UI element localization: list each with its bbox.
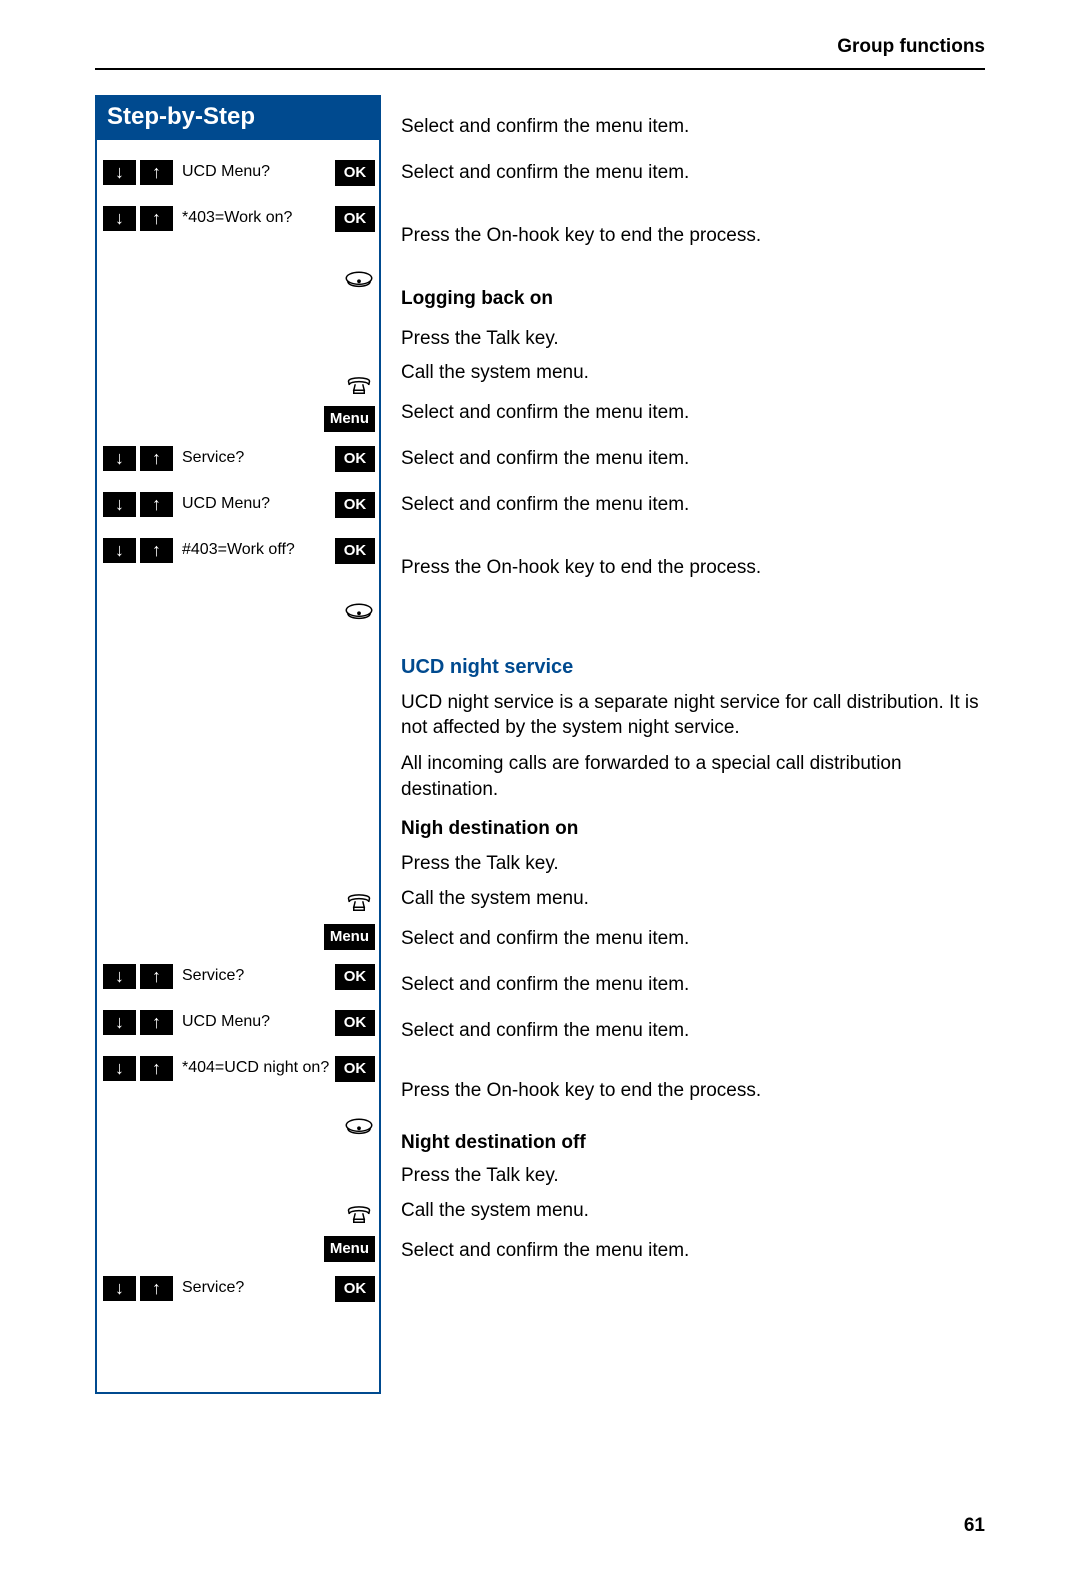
menu-button: Menu xyxy=(324,1236,375,1262)
desc-text: Select and confirm the menu item. xyxy=(401,1228,985,1274)
step-row: *404=UCD night on? OK xyxy=(97,1046,379,1092)
desc-text: Press the On-hook key to end the process… xyxy=(401,1054,985,1128)
step-row: Menu xyxy=(97,402,379,436)
step-row: UCD Menu? OK xyxy=(97,1000,379,1046)
ok-button: OK xyxy=(335,538,375,564)
talk-icon xyxy=(343,889,375,915)
desc-text: Press the On-hook key to end the process… xyxy=(401,529,985,609)
desc-text: Select and confirm the menu item. xyxy=(401,151,985,197)
desc-text: Select and confirm the menu item. xyxy=(401,105,985,151)
up-arrow-icon xyxy=(140,1010,173,1035)
up-arrow-icon xyxy=(140,1056,173,1081)
menu-button: Menu xyxy=(324,924,375,950)
step-row: UCD Menu? OK xyxy=(97,150,379,196)
step-row: Service? OK xyxy=(97,1266,379,1312)
desc-text: Press the On-hook key to end the process… xyxy=(401,197,985,277)
page-number: 61 xyxy=(95,1514,985,1539)
ok-button: OK xyxy=(335,446,375,472)
step-row: *403=Work on? OK xyxy=(97,196,379,242)
ok-button: OK xyxy=(335,492,375,518)
desc-text: Select and confirm the menu item. xyxy=(401,391,985,437)
onhook-icon xyxy=(343,601,375,627)
desc-text: Press the Talk key. xyxy=(401,1158,985,1194)
subheading: Night destination off xyxy=(401,1128,985,1158)
desc-text: Call the system menu. xyxy=(401,882,985,916)
description-column: Select and confirm the menu item. Select… xyxy=(381,95,985,1394)
up-arrow-icon xyxy=(140,538,173,563)
display-text: UCD Menu? xyxy=(177,162,335,183)
step-row xyxy=(97,884,379,920)
display-text: *404=UCD night on? xyxy=(177,1058,335,1079)
up-arrow-icon xyxy=(140,1276,173,1301)
up-arrow-icon xyxy=(140,206,173,231)
down-arrow-icon xyxy=(103,160,136,185)
step-row-spacer xyxy=(97,322,379,368)
step-row: #403=Work off? OK xyxy=(97,528,379,574)
ok-button: OK xyxy=(335,206,375,232)
desc-text: Call the system menu. xyxy=(401,357,985,391)
step-by-step-panel: Step-by-Step UCD Menu? OK xyxy=(95,95,381,1394)
display-text: Service? xyxy=(177,448,335,469)
desc-text: Select and confirm the menu item. xyxy=(401,483,985,529)
up-arrow-icon xyxy=(140,446,173,471)
display-text: #403=Work off? xyxy=(177,540,335,561)
down-arrow-icon xyxy=(103,206,136,231)
step-row xyxy=(97,574,379,654)
desc-text: Select and confirm the menu item. xyxy=(401,962,985,1008)
display-text: *403=Work on? xyxy=(177,208,335,229)
paragraph: UCD night service is a separate night se… xyxy=(401,690,985,741)
display-text: UCD Menu? xyxy=(177,1012,335,1033)
onhook-icon xyxy=(343,269,375,295)
ok-button: OK xyxy=(335,1010,375,1036)
down-arrow-icon xyxy=(103,538,136,563)
down-arrow-icon xyxy=(103,1276,136,1301)
section-heading: UCD night service xyxy=(401,654,985,680)
ok-button: OK xyxy=(335,1276,375,1302)
down-arrow-icon xyxy=(103,492,136,517)
onhook-icon xyxy=(343,1116,375,1142)
desc-text: Select and confirm the menu item. xyxy=(401,1008,985,1054)
menu-button: Menu xyxy=(324,406,375,432)
step-row: Menu xyxy=(97,920,379,954)
desc-text: Press the Talk key. xyxy=(401,323,985,357)
step-row xyxy=(97,1196,379,1232)
step-row: Service? OK xyxy=(97,954,379,1000)
desc-text: Call the system menu. xyxy=(401,1194,985,1228)
desc-text: Select and confirm the menu item. xyxy=(401,437,985,483)
step-row-spacer xyxy=(97,1166,379,1196)
step-row: UCD Menu? OK xyxy=(97,482,379,528)
subheading: Nigh destination on xyxy=(401,812,985,846)
step-row-spacer xyxy=(97,1312,379,1392)
page-header: Group functions xyxy=(95,35,985,70)
step-row: Menu xyxy=(97,1232,379,1266)
step-row-spacer xyxy=(97,654,379,884)
desc-text: Select and confirm the menu item. xyxy=(401,916,985,962)
display-text: UCD Menu? xyxy=(177,494,335,515)
down-arrow-icon xyxy=(103,1010,136,1035)
ok-button: OK xyxy=(335,160,375,186)
desc-text: Press the Talk key. xyxy=(401,846,985,882)
ok-button: OK xyxy=(335,964,375,990)
display-text: Service? xyxy=(177,1278,335,1299)
step-row xyxy=(97,1092,379,1166)
up-arrow-icon xyxy=(140,160,173,185)
down-arrow-icon xyxy=(103,446,136,471)
subheading: Logging back on xyxy=(401,277,985,323)
step-row xyxy=(97,368,379,402)
down-arrow-icon xyxy=(103,964,136,989)
step-row xyxy=(97,242,379,322)
step-by-step-title: Step-by-Step xyxy=(97,95,379,140)
ok-button: OK xyxy=(335,1056,375,1082)
up-arrow-icon xyxy=(140,492,173,517)
talk-icon xyxy=(343,1201,375,1227)
talk-icon xyxy=(343,372,375,398)
down-arrow-icon xyxy=(103,1056,136,1081)
paragraph: All incoming calls are forwarded to a sp… xyxy=(401,751,985,802)
display-text: Service? xyxy=(177,966,335,987)
up-arrow-icon xyxy=(140,964,173,989)
step-row: Service? OK xyxy=(97,436,379,482)
